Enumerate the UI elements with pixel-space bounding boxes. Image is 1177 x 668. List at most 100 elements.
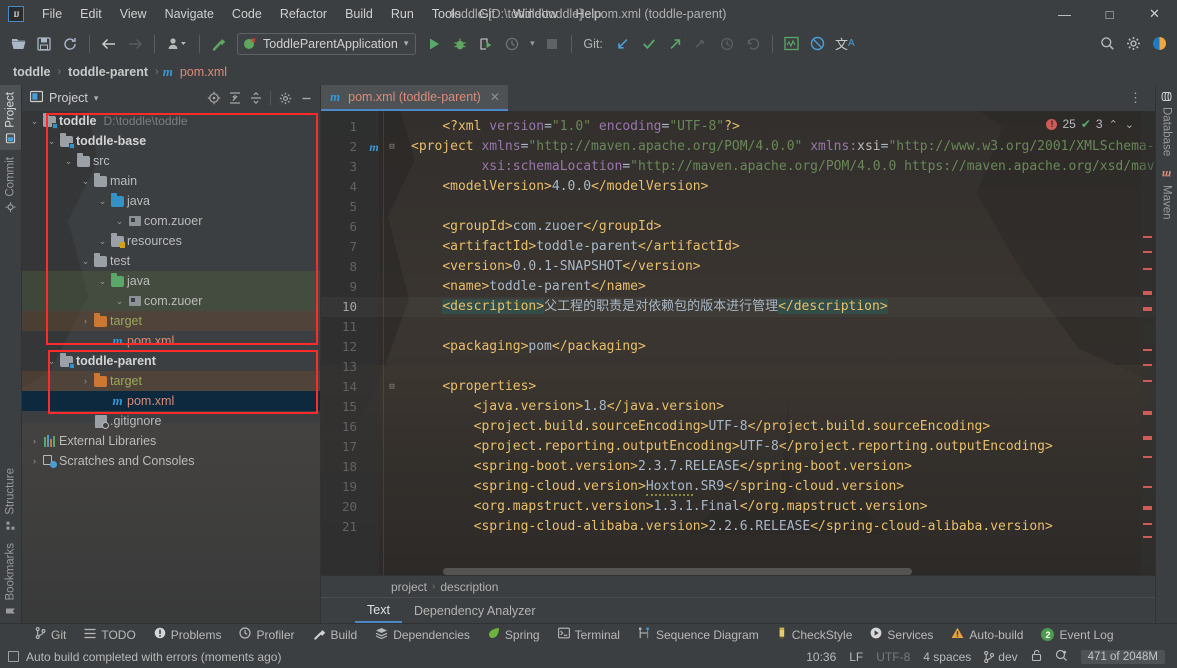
menu-run[interactable]: Run (382, 3, 423, 25)
profiler-chevron-down-icon[interactable]: ▾ (526, 32, 538, 56)
tree-expand-arrow[interactable]: ⌄ (45, 356, 58, 367)
error-marker[interactable] (1143, 411, 1152, 415)
code-line-6[interactable]: 6 <groupId>com.zuoer</groupId> (321, 217, 1155, 237)
menu-file[interactable]: File (33, 3, 71, 25)
tree-item-toddle-parent[interactable]: ⌄ toddle-parent (22, 351, 320, 371)
caret-position[interactable]: 10:36 (806, 650, 836, 664)
code-line-16[interactable]: 16 <project.build.sourceEncoding>UTF-8</… (321, 417, 1155, 437)
search-everywhere-icon[interactable] (1095, 32, 1119, 56)
git-commit-icon[interactable] (637, 32, 661, 56)
menu-view[interactable]: View (111, 3, 156, 25)
error-marker[interactable] (1143, 506, 1152, 510)
tool-window-terminal[interactable]: Terminal (549, 625, 629, 644)
error-marker[interactable] (1143, 486, 1152, 488)
code-lines[interactable]: 1 <?xml version="1.0" encoding="UTF-8"?>… (321, 111, 1155, 537)
tool-window-services[interactable]: Services (861, 625, 942, 644)
debug-button[interactable] (448, 32, 472, 56)
editor-breadcrumb-project[interactable]: project (391, 580, 427, 594)
git-cherry-pick-icon[interactable] (689, 32, 713, 56)
tree-item-external-libraries[interactable]: › External Libraries (22, 431, 320, 451)
tool-window-dependencies[interactable]: Dependencies (366, 625, 479, 644)
tree-expand-arrow[interactable]: ⌄ (96, 196, 109, 207)
menu-git[interactable]: Git (470, 3, 504, 25)
tool-window-spring[interactable]: Spring (479, 625, 549, 644)
minimize-button[interactable]: — (1042, 0, 1087, 28)
hide-panel-icon[interactable] (296, 88, 316, 108)
error-marker[interactable] (1143, 236, 1152, 238)
panel-settings-gear-icon[interactable] (275, 88, 295, 108)
breadcrumb-project[interactable]: toddle (10, 64, 54, 80)
tree-expand-arrow[interactable]: › (79, 376, 92, 386)
code-line-10[interactable]: 10 <description>父工程的职责是对依赖包的版本进行管理</desc… (321, 297, 1155, 317)
editor-tab-pom-xml[interactable]: m pom.xml (toddle-parent) ✕ (321, 85, 508, 111)
tool-window-todo[interactable]: TODO (75, 626, 144, 644)
close-button[interactable]: ✕ (1132, 0, 1177, 28)
next-problem-icon[interactable]: ⌄ (1124, 118, 1135, 131)
menu-edit[interactable]: Edit (71, 3, 111, 25)
tree-expand-arrow[interactable]: › (28, 456, 41, 466)
code-line-17[interactable]: 17 <project.reporting.outputEncoding>UTF… (321, 437, 1155, 457)
error-marker[interactable] (1143, 380, 1152, 382)
locate-file-icon[interactable] (204, 88, 224, 108)
error-marker[interactable] (1143, 456, 1152, 458)
git-history-icon[interactable] (715, 32, 739, 56)
code-line-2[interactable]: 2 m ⊟ <project xmlns="http://maven.apache.o… (321, 137, 1155, 157)
tool-window-auto-build[interactable]: Auto-build (942, 625, 1032, 644)
code-line-5[interactable]: 5 (321, 197, 1155, 217)
fold-marker-icon[interactable]: ⊟ (383, 137, 401, 157)
tree-expand-arrow[interactable]: ⌄ (96, 276, 109, 287)
run-config-chevron-down-icon[interactable]: ▾ (404, 38, 409, 49)
tab-dependency-analyzer[interactable]: Dependency Analyzer (402, 598, 548, 623)
file-encoding[interactable]: UTF-8 (876, 650, 910, 664)
indent-setting[interactable]: 4 spaces (923, 650, 971, 664)
git-push-icon[interactable] (663, 32, 687, 56)
code-line-9[interactable]: 9 <name>toddle-parent</name> (321, 277, 1155, 297)
tree-expand-arrow[interactable]: ⌄ (79, 256, 92, 267)
hscroll-thumb[interactable] (443, 568, 913, 575)
build-hammer-icon[interactable] (207, 32, 231, 56)
tool-window-sequence-diagram[interactable]: Sequence Diagram (629, 625, 768, 644)
tool-window-problems[interactable]: Problems (145, 625, 231, 644)
monitor-graph-icon[interactable] (780, 32, 804, 56)
tool-window-profiler[interactable]: Profiler (230, 625, 303, 644)
breadcrumb-file[interactable]: pom.xml (178, 64, 229, 80)
tree-expand-arrow[interactable]: ⌄ (62, 156, 75, 167)
code-line-20[interactable]: 20 <org.mapstruct.version>1.3.1.Final</o… (321, 497, 1155, 517)
error-marker[interactable] (1143, 291, 1152, 295)
error-marker[interactable] (1143, 536, 1152, 538)
profiler-button[interactable] (500, 32, 524, 56)
menu-navigate[interactable]: Navigate (156, 3, 223, 25)
code-editor[interactable]: ! 25 ✔ 3 ⌃ ⌄ 1 <?xml version="1.0" encod… (321, 111, 1155, 575)
translate-icon[interactable]: 文A (832, 32, 858, 56)
error-marker[interactable] (1143, 251, 1152, 253)
tree-expand-arrow[interactable]: ⌄ (113, 296, 126, 307)
tree-item--gitignore[interactable]: .gitignore (22, 411, 320, 431)
error-marker[interactable] (1143, 268, 1152, 270)
sync-icon[interactable] (58, 32, 82, 56)
code-line-14[interactable]: 14 ⊟ <properties> (321, 377, 1155, 397)
editor-options-icon[interactable]: ⋮ (1123, 90, 1149, 106)
navigate-forward-icon[interactable] (123, 32, 147, 56)
stop-button[interactable] (540, 32, 564, 56)
error-marker[interactable] (1143, 364, 1152, 366)
prev-problem-icon[interactable]: ⌃ (1108, 118, 1119, 131)
run-configuration-selector[interactable]: ToddleParentApplication ▾ (237, 32, 417, 55)
tree-expand-arrow[interactable]: › (79, 316, 92, 326)
code-line-1[interactable]: 1 <?xml version="1.0" encoding="UTF-8"?> (321, 117, 1155, 137)
tab-text[interactable]: Text (355, 598, 402, 623)
stripe-tab-project[interactable]: Project (0, 85, 21, 150)
code-line-8[interactable]: 8 <version>0.0.1-SNAPSHOT</version> (321, 257, 1155, 277)
line-separator[interactable]: LF (849, 650, 863, 664)
tree-item-main[interactable]: ⌄ main (22, 171, 320, 191)
tree-expand-arrow[interactable]: ⌄ (79, 176, 92, 187)
memory-indicator[interactable]: 471 of 2048M (1080, 649, 1165, 664)
horizontal-scrollbar[interactable] (383, 568, 1139, 575)
status-message[interactable]: Auto build completed with errors (moment… (26, 650, 281, 664)
git-branch-widget[interactable]: dev (984, 650, 1018, 664)
tree-item-test[interactable]: ⌄ test (22, 251, 320, 271)
maximize-button[interactable]: □ (1087, 0, 1132, 28)
tree-item-target[interactable]: › target (22, 371, 320, 391)
code-line-7[interactable]: 7 <artifactId>toddle-parent</artifactId> (321, 237, 1155, 257)
collapse-all-icon[interactable] (246, 88, 266, 108)
tool-window-git[interactable]: Git (26, 625, 75, 644)
